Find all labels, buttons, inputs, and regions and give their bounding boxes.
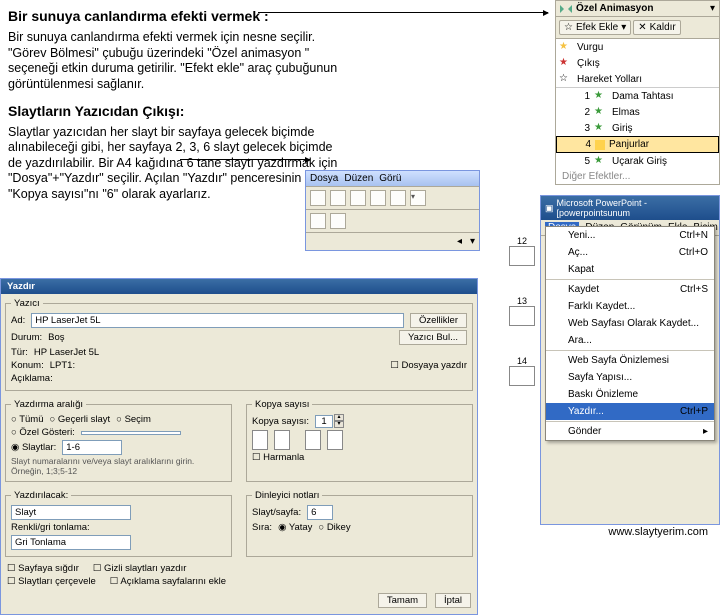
include-comments-check[interactable]: Açıklama sayfalarını ekle bbox=[110, 576, 226, 587]
copies-spinner[interactable]: 1▴▾ bbox=[315, 414, 344, 428]
footer-url: www.slaytyerim.com bbox=[608, 526, 708, 538]
slides-per-page-select[interactable]: 6 bbox=[307, 505, 333, 520]
effect-item[interactable]: 3★Giriş bbox=[556, 120, 719, 136]
menu-file[interactable]: Dosya bbox=[310, 173, 338, 184]
print-hidden-check[interactable]: Gizli slaytları yazdır bbox=[93, 563, 187, 574]
slide-icon[interactable] bbox=[330, 213, 346, 229]
powerpoint-icon: ▣ bbox=[545, 203, 554, 214]
mail-icon[interactable] bbox=[370, 190, 386, 206]
menu-view[interactable]: Görü bbox=[379, 173, 401, 184]
mi-print[interactable]: Yazdır...Ctrl+P bbox=[546, 403, 714, 420]
find-printer-button[interactable]: Yazıcı Bul... bbox=[399, 330, 467, 345]
mi-print-preview[interactable]: Baskı Önizleme bbox=[546, 386, 714, 403]
save-icon[interactable] bbox=[350, 190, 366, 206]
group-handout: Dinleyici notları Slayt/sayfa: 6 Sıra: Y… bbox=[246, 490, 473, 557]
effect-item[interactable]: 2★Elmas bbox=[556, 104, 719, 120]
arrow-to-toolbar bbox=[180, 159, 310, 160]
menu-edit[interactable]: Düzen bbox=[344, 173, 373, 184]
range-selection[interactable]: Seçim bbox=[116, 414, 151, 425]
ok-button[interactable]: Tamam bbox=[378, 593, 427, 608]
group-printer: Yazıcı Ad: HP LaserJet 5L Özellikler Dur… bbox=[5, 298, 473, 391]
fit-to-page-check[interactable]: Sayfaya sığdır bbox=[7, 563, 79, 574]
collate-check[interactable]: Harmanla bbox=[252, 452, 304, 463]
effect-cat-emphasis[interactable]: ★Vurgu bbox=[556, 39, 719, 55]
pane-fwd-icon[interactable] bbox=[568, 5, 572, 13]
mi-save-web[interactable]: Web Sayfası Olarak Kaydet... bbox=[546, 315, 714, 332]
print-icon[interactable] bbox=[390, 190, 406, 206]
order-horizontal[interactable]: Yatay bbox=[278, 522, 312, 533]
properties-button[interactable]: Özellikler bbox=[410, 313, 467, 328]
color-mode-select[interactable]: Gri Tonlama bbox=[11, 535, 131, 550]
custom-animation-pane: Özel Animasyon ▾ ☆ Efek Ekle ▾ ✕ Kaldır … bbox=[555, 0, 720, 185]
undo-icon[interactable] bbox=[410, 190, 426, 206]
range-all[interactable]: Tümü bbox=[11, 414, 44, 425]
printer-name-select[interactable]: HP LaserJet 5L bbox=[31, 313, 404, 328]
effect-item[interactable]: 1★Dama Tahtası bbox=[556, 88, 719, 104]
slide-thumb[interactable] bbox=[509, 306, 535, 326]
mini-toolbar: Dosya Düzen Görü ◂ ▾ bbox=[305, 170, 480, 251]
dialog-title: Yazdır bbox=[1, 279, 477, 294]
new-icon[interactable] bbox=[310, 190, 326, 206]
frame-slides-check[interactable]: Slaytları çerçevele bbox=[7, 576, 96, 587]
pane-title: Özel Animasyon bbox=[576, 3, 653, 14]
group-copies: Kopya sayısı Kopya sayısı: 1▴▾ Harmanla bbox=[246, 399, 473, 482]
mi-save[interactable]: KaydetCtrl+S bbox=[546, 281, 714, 298]
open-icon[interactable] bbox=[330, 190, 346, 206]
order-vertical[interactable]: Dikey bbox=[318, 522, 350, 533]
slides-input[interactable]: 1-6 bbox=[62, 440, 122, 455]
pp-titlebar: ▣Microsoft PowerPoint - [powerpointsunum bbox=[541, 196, 719, 220]
range-current[interactable]: Geçerli slayt bbox=[50, 414, 111, 425]
range-custom[interactable]: Özel Gösteri: bbox=[11, 427, 75, 438]
collate-preview bbox=[252, 429, 467, 451]
mi-close[interactable]: Kapat bbox=[546, 261, 714, 278]
mi-saveas[interactable]: Farklı Kaydet... bbox=[546, 298, 714, 315]
arrow-to-anim-pane bbox=[258, 12, 548, 13]
effect-cat-motion[interactable]: ☆Hareket Yolları bbox=[556, 71, 719, 87]
slide-thumb[interactable] bbox=[509, 246, 535, 266]
mi-new[interactable]: Yeni...Ctrl+N bbox=[546, 227, 714, 244]
powerpoint-window: 12 13 14 ▣Microsoft PowerPoint - [powerp… bbox=[540, 195, 720, 525]
chevron-left-icon[interactable]: ◂ bbox=[457, 236, 462, 247]
chevron-down-icon[interactable]: ▾ bbox=[470, 236, 475, 247]
slide-thumbnails: 12 13 14 bbox=[509, 236, 535, 386]
range-slides[interactable]: Slaytlar: bbox=[11, 442, 56, 453]
effect-cat-exit[interactable]: ★Çıkış bbox=[556, 55, 719, 71]
slide-thumb[interactable] bbox=[509, 366, 535, 386]
pane-back-icon[interactable] bbox=[560, 5, 564, 13]
mi-send[interactable]: Gönder▸ bbox=[546, 423, 714, 440]
file-menu: Yeni...Ctrl+N Aç...Ctrl+O Kapat KaydetCt… bbox=[545, 226, 715, 441]
remove-effect-button[interactable]: ✕ Kaldır bbox=[633, 20, 681, 35]
mi-search[interactable]: Ara... bbox=[546, 332, 714, 349]
print-to-file-check[interactable]: Dosyaya yazdır bbox=[390, 360, 467, 371]
mi-web-preview[interactable]: Web Sayfa Önizlemesi bbox=[546, 352, 714, 369]
range-hint: Slayt numaralarını ve/veya slayt aralıkl… bbox=[11, 456, 226, 476]
group-range: Yazdırma aralığı Tümü Geçerli slayt Seçi… bbox=[5, 399, 232, 482]
print-dialog: Yazdır Yazıcı Ad: HP LaserJet 5L Özellik… bbox=[0, 278, 478, 615]
mi-page-setup[interactable]: Sayfa Yapısı... bbox=[546, 369, 714, 386]
add-effect-button[interactable]: ☆ Efek Ekle ▾ bbox=[559, 20, 631, 35]
effect-item-selected[interactable]: 4Panjurlar bbox=[556, 136, 719, 153]
outline-icon[interactable] bbox=[310, 213, 326, 229]
cancel-button[interactable]: İptal bbox=[435, 593, 471, 608]
effect-item[interactable]: 5★Uçarak Giriş bbox=[556, 153, 719, 169]
print-what-select[interactable]: Slayt bbox=[11, 505, 131, 520]
more-effects[interactable]: Diğer Efektler... bbox=[556, 169, 719, 184]
paragraph-animation: Bir sunuya canlandırma efekti vermek içi… bbox=[8, 30, 338, 93]
paragraph-print: Slaytlar yazıcıdan her slayt bir sayfaya… bbox=[8, 125, 338, 203]
mi-open[interactable]: Aç...Ctrl+O bbox=[546, 244, 714, 261]
group-printwhat: Yazdırılacak: Slayt Renkli/gri tonlama: … bbox=[5, 490, 232, 557]
